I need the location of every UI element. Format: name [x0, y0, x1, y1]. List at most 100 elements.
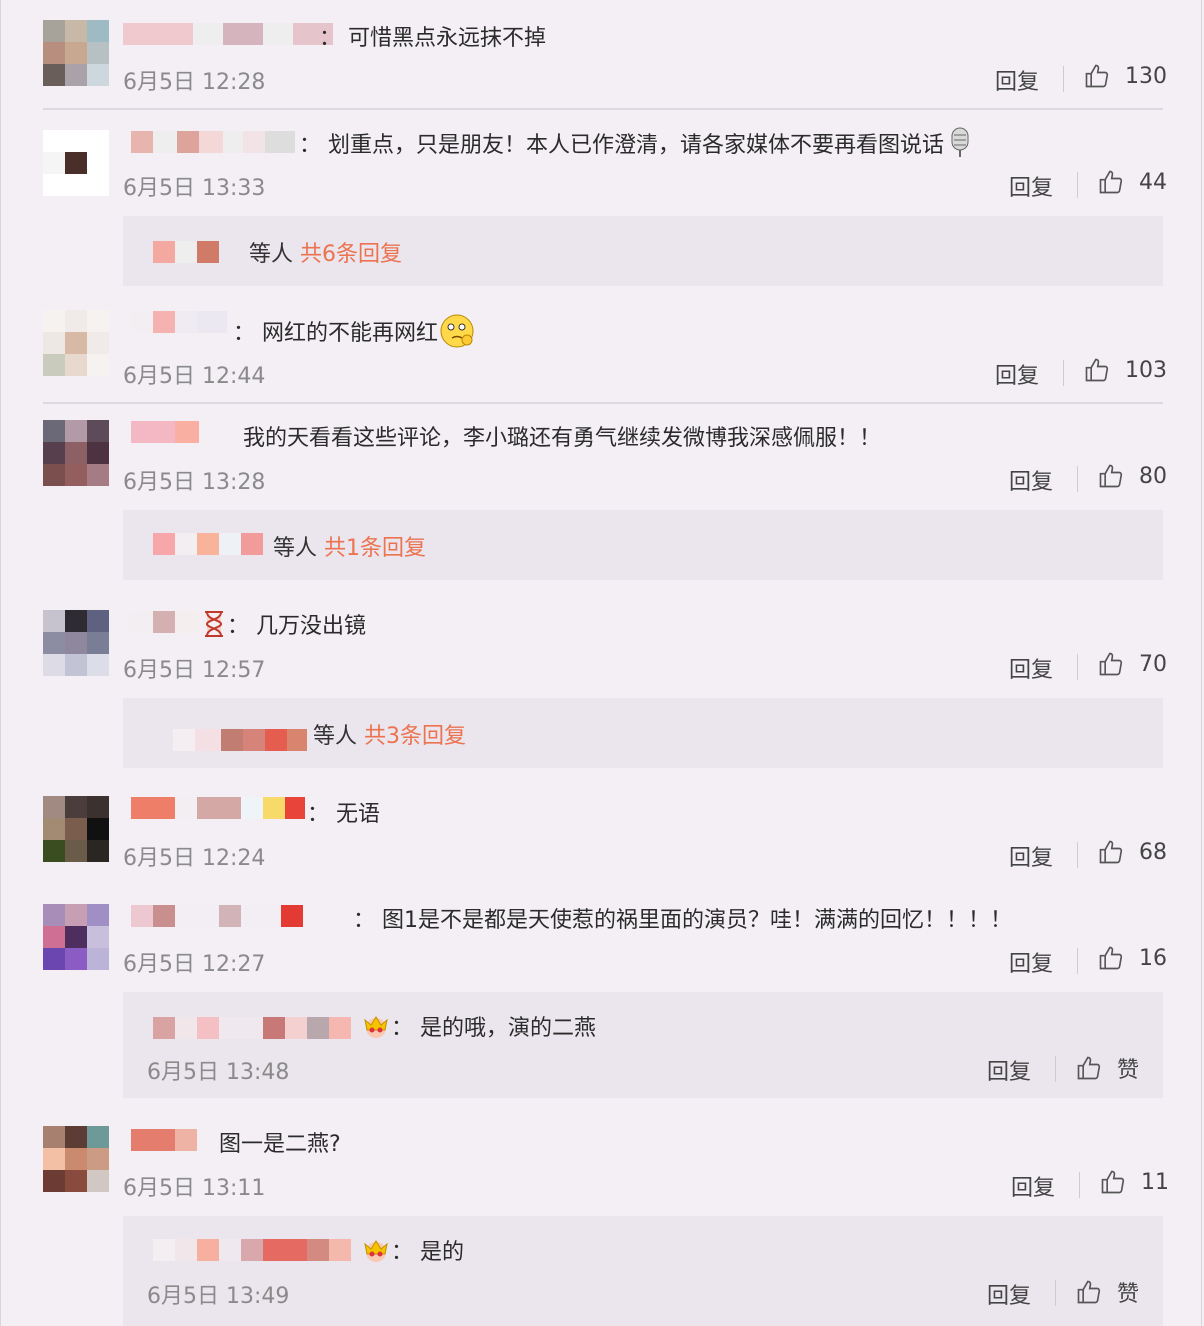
like-count: 103 — [1125, 357, 1167, 383]
avatar[interactable] — [43, 310, 109, 376]
username-blurred[interactable] — [131, 130, 295, 154]
sub-reply: ： 是的哦，演的二燕 6月5日 13:48 回复 赞 — [123, 992, 1163, 1098]
replier-names-blurred — [153, 240, 219, 264]
thinking-face-emoji — [438, 312, 476, 356]
comment-text: 我的天看看这些评论，李小璐还有勇气继续发微博我深感佩服！！ — [243, 426, 882, 451]
comment-time: 6月5日 13:28 — [123, 470, 266, 495]
like-count: 11 — [1141, 1169, 1169, 1195]
divider — [1077, 842, 1078, 868]
reply-button[interactable]: 回复 — [1009, 464, 1053, 496]
microphone-emoji — [946, 126, 974, 166]
sub-reply-text: ： 是的哦，演的二燕 — [361, 1010, 596, 1046]
avatar[interactable] — [43, 610, 109, 676]
divider — [1079, 1172, 1080, 1198]
username-blurred[interactable] — [131, 310, 227, 334]
like-count: 68 — [1139, 839, 1167, 865]
like-button[interactable]: 赞 — [1075, 1276, 1139, 1308]
avatar[interactable] — [43, 420, 109, 486]
avatar[interactable] — [43, 130, 109, 196]
reply-button[interactable]: 回复 — [1009, 170, 1053, 202]
comment-time: 6月5日 13:33 — [123, 176, 266, 201]
like-label: 赞 — [1117, 1058, 1140, 1083]
like-count: 16 — [1139, 945, 1167, 971]
comment-text: ： 可惜黑点永远抹不掉 — [319, 26, 547, 51]
more-replies-link[interactable]: 等人 共1条回复 — [273, 530, 426, 562]
more-replies-link[interactable]: 等人 共6条回复 — [249, 236, 402, 268]
like-button[interactable]: 80 — [1097, 462, 1167, 490]
like-count: 130 — [1125, 63, 1167, 89]
like-button[interactable]: 103 — [1083, 356, 1167, 384]
username-blurred[interactable] — [131, 904, 303, 928]
thumbs-up-icon — [1099, 652, 1123, 676]
reply-button[interactable]: 回复 — [1009, 652, 1053, 684]
thumbs-up-icon — [1077, 1056, 1101, 1080]
thumbs-up-icon — [1099, 464, 1123, 488]
comment-text: ： 图1是不是都是天使惹的祸里面的演员？哇！满满的回忆！！！！ — [353, 908, 1013, 933]
like-button[interactable]: 70 — [1097, 650, 1167, 678]
like-button[interactable]: 44 — [1097, 168, 1167, 196]
username-blurred[interactable] — [131, 796, 305, 820]
like-button[interactable]: 赞 — [1075, 1052, 1139, 1084]
thumbs-up-icon — [1085, 358, 1109, 382]
sub-replies-box[interactable]: 等人 共3条回复 — [123, 698, 1163, 768]
row-divider — [43, 108, 1163, 110]
divider — [1077, 172, 1078, 198]
like-button[interactable]: 11 — [1099, 1168, 1169, 1196]
divider — [1055, 1280, 1056, 1306]
like-count: 80 — [1139, 463, 1167, 489]
more-replies-link[interactable]: 等人 共3条回复 — [313, 718, 466, 750]
thumbs-up-icon — [1099, 170, 1123, 194]
divider — [1055, 1056, 1056, 1082]
sub-reply: ： 是的 6月5日 13:49 回复 赞 — [123, 1216, 1163, 1326]
reply-button[interactable]: 回复 — [995, 358, 1039, 390]
reply-button[interactable]: 回复 — [1009, 840, 1053, 872]
username-blurred[interactable] — [131, 420, 199, 444]
replier-names-blurred — [173, 728, 307, 752]
avatar[interactable] — [43, 904, 109, 970]
thumbs-up-icon — [1101, 1170, 1125, 1194]
like-button[interactable]: 68 — [1097, 838, 1167, 866]
row-divider — [43, 402, 1163, 404]
thumbs-up-icon — [1099, 840, 1123, 864]
comment-text: ： 无语 — [307, 802, 381, 827]
thumbs-up-icon — [1077, 1280, 1101, 1304]
replier-names-blurred — [153, 532, 263, 556]
hourglass-emoji — [201, 609, 227, 645]
avatar[interactable] — [43, 796, 109, 862]
sub-replies-box[interactable]: 等人 共1条回复 — [123, 510, 1163, 580]
comment-time: 6月5日 12:27 — [123, 952, 266, 977]
like-count: 70 — [1139, 651, 1167, 677]
reply-button[interactable]: 回复 — [1011, 1170, 1055, 1202]
comment-time: 6月5日 13:11 — [123, 1176, 266, 1201]
reply-button[interactable]: 回复 — [995, 64, 1039, 96]
comment-text: 图一是二燕? — [219, 1132, 341, 1157]
comment-text: ： 网红的不能再网红 — [233, 312, 476, 356]
username-blurred[interactable] — [123, 22, 333, 46]
comment-time: 6月5日 12:24 — [123, 846, 266, 871]
comment-text: ： 划重点，只是朋友！本人已作澄清，请各家媒体不要再看图说话 — [299, 126, 974, 166]
reply-button[interactable]: 回复 — [987, 1054, 1031, 1086]
thumbs-up-icon — [1085, 64, 1109, 88]
comment-time: 6月5日 12:57 — [123, 658, 266, 683]
replier-name-blurred[interactable] — [153, 1238, 351, 1262]
sub-replies-box[interactable]: 等人 共6条回复 — [123, 216, 1163, 286]
reply-button[interactable]: 回复 — [1009, 946, 1053, 978]
divider — [1077, 466, 1078, 492]
like-button[interactable]: 130 — [1083, 62, 1167, 90]
divider — [1063, 66, 1064, 92]
like-button[interactable]: 16 — [1097, 944, 1167, 972]
sub-reply-time: 6月5日 13:48 — [147, 1060, 290, 1085]
divider — [1077, 948, 1078, 974]
username-blurred[interactable] — [129, 610, 199, 634]
replier-name-blurred[interactable] — [153, 1016, 351, 1040]
avatar[interactable] — [43, 20, 109, 86]
username-blurred[interactable] — [131, 1128, 197, 1152]
divider — [1063, 360, 1064, 386]
reply-button[interactable]: 回复 — [987, 1278, 1031, 1310]
comment-time: 6月5日 12:44 — [123, 364, 266, 389]
sub-reply-time: 6月5日 13:49 — [147, 1284, 290, 1309]
like-count: 44 — [1139, 169, 1167, 195]
avatar[interactable] — [43, 1126, 109, 1192]
divider — [1077, 654, 1078, 680]
crown-emoji — [361, 1012, 391, 1046]
